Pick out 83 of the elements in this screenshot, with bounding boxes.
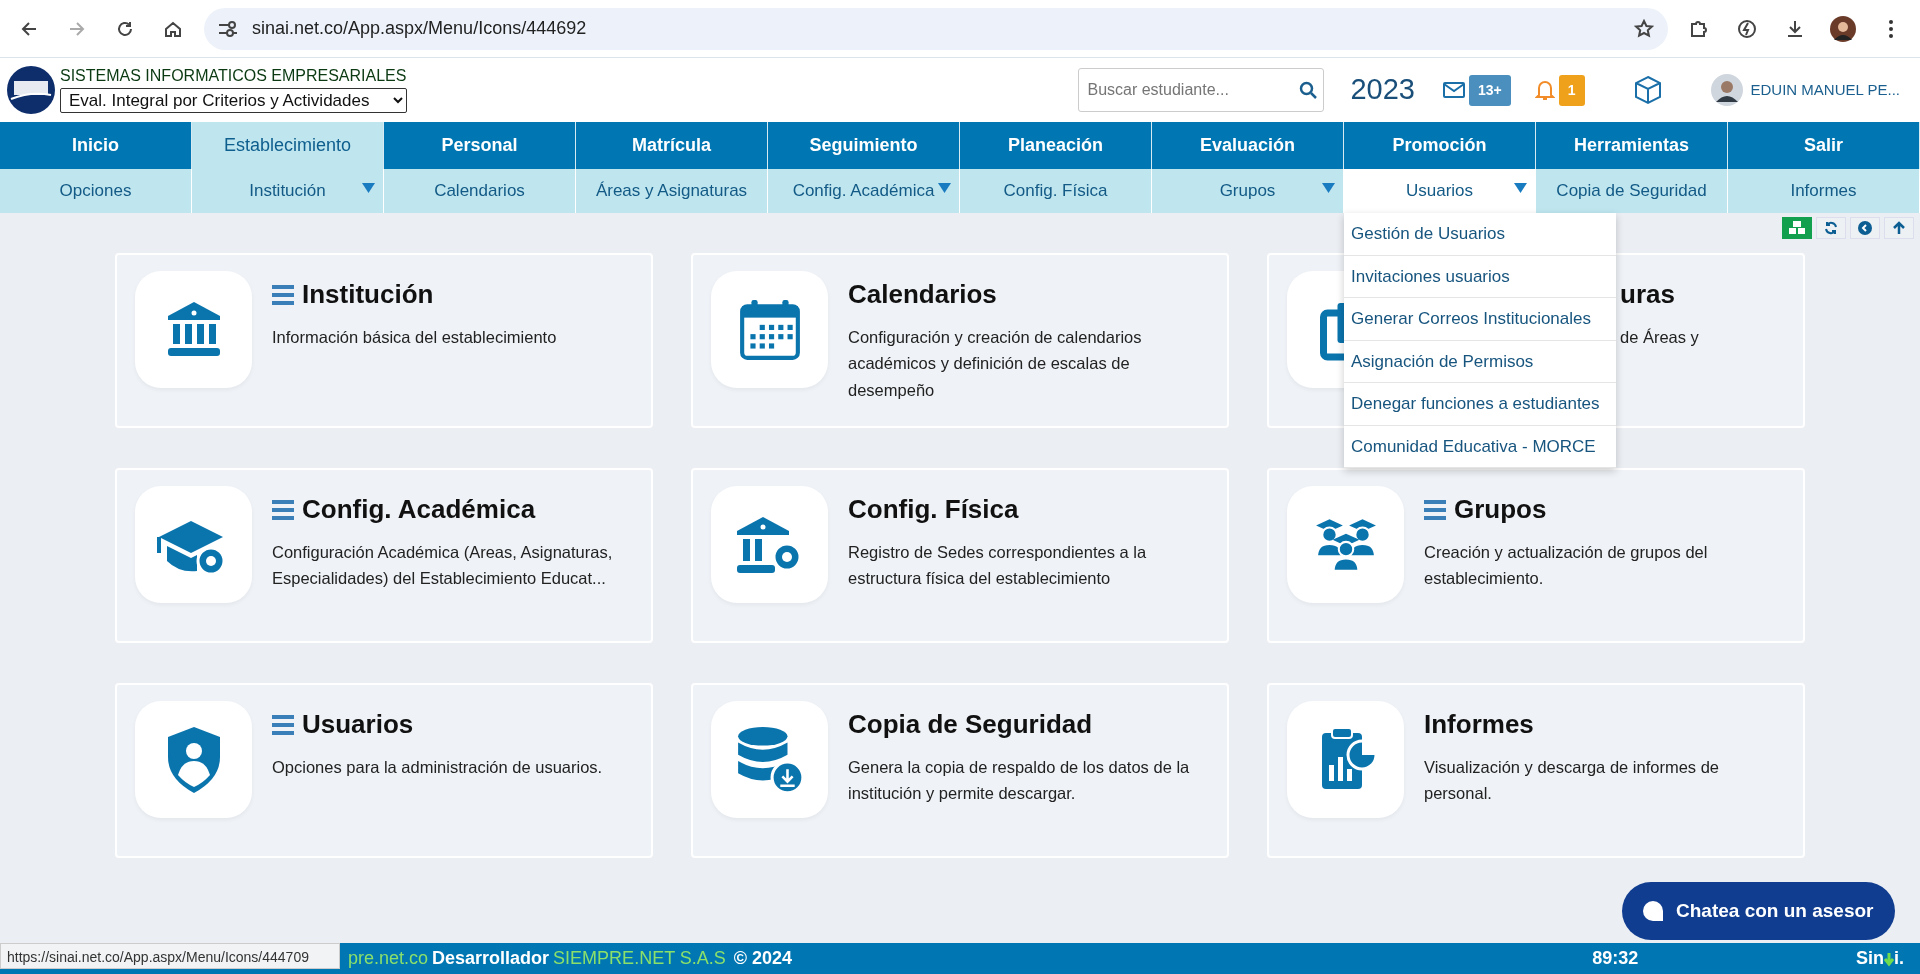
card-description: Información básica del establecimiento xyxy=(272,327,557,348)
menu-tab[interactable]: Inicio xyxy=(0,122,192,169)
session-timer: 89:32 xyxy=(1592,947,1639,970)
card-title: uras xyxy=(1620,278,1675,311)
logo-text: i. xyxy=(1894,947,1904,970)
home-icon[interactable] xyxy=(164,19,182,38)
notification-count-badge: 1 xyxy=(1558,74,1585,106)
module-card[interactable]: Config. Académica Configuración Académica (Areas, Asignaturas, Especialidades) del Establecimiento Educat... xyxy=(115,468,653,643)
submenu-item[interactable]: Config. Académica xyxy=(768,169,960,213)
module-card[interactable]: Calendarios Configuración y creación de calendarios académicos y definición de escalas de desempeño xyxy=(691,253,1229,428)
footer-link[interactable]: pre.net.co xyxy=(348,945,429,972)
menu-tab[interactable]: Seguimiento xyxy=(768,122,960,169)
submenu-item[interactable]: Grupos xyxy=(1152,169,1344,213)
card-title: Informes xyxy=(1424,708,1534,741)
submenu-item[interactable]: Áreas y Asignaturas xyxy=(576,169,768,213)
user-name[interactable]: EDUIN MANUEL PE... xyxy=(1750,78,1900,102)
submenu-item[interactable]: Copia de Seguridad xyxy=(1536,169,1728,213)
search-field[interactable]: Buscar estudiante... xyxy=(1078,68,1325,112)
card-title: Copia de Seguridad xyxy=(848,708,1093,741)
card-title: Institución xyxy=(302,278,434,311)
cubes-button[interactable] xyxy=(1782,217,1812,239)
card-description: Configuración y creación de calendarios académicos y definición de escalas de desempeño xyxy=(848,327,1143,401)
menu-tab[interactable]: Personal xyxy=(384,122,576,169)
logo-text: Sin xyxy=(1855,947,1884,970)
developer-label: Desarrollador xyxy=(432,947,550,970)
submenu-item[interactable]: Config. Física xyxy=(960,169,1152,213)
module-card[interactable]: Grupos Creación y actualización de grupos del establecimiento. xyxy=(1267,468,1805,643)
card-description: Registro de Sedes correspondientes a la estructura física del establecimiento xyxy=(848,542,1148,590)
url-text: sinai.net.co/App.aspx/Menu/Icons/444692 xyxy=(252,17,587,40)
chat-button[interactable]: Chatea con un asesor xyxy=(1622,882,1895,940)
menu-tab[interactable]: Evaluación xyxy=(1152,122,1344,169)
module-card[interactable]: Copia de Seguridad Genera la copia de respaldo de los datos de la institución y permite descargar. xyxy=(691,683,1229,858)
reload-icon[interactable] xyxy=(116,19,134,38)
card-title: Grupos xyxy=(1454,493,1547,526)
menu-tab[interactable]: Matrícula xyxy=(576,122,768,169)
star-icon[interactable] xyxy=(1634,18,1654,39)
mail-icon[interactable] xyxy=(1442,82,1465,98)
card-title: Calendarios xyxy=(848,278,997,311)
menu-tab[interactable]: Promoción xyxy=(1344,122,1536,169)
module-card[interactable]: Config. Física Registro de Sedes correspondientes a la estructura física del establecimiento xyxy=(691,468,1229,643)
card-description: Visualización y descarga de informes de personal. xyxy=(1424,757,1721,805)
mode-select[interactable]: Eval. Integral por Criterios y Actividades xyxy=(60,88,407,114)
submenu-item[interactable]: Calendarios xyxy=(384,169,576,213)
menu-tab[interactable]: Salir xyxy=(1728,122,1920,169)
back-circle-icon[interactable] xyxy=(1858,221,1872,235)
mail-count-badge: 13+ xyxy=(1468,74,1511,106)
refresh-icon[interactable] xyxy=(1824,221,1838,235)
card-description: Configuración Académica (Areas, Asignaturas, Especialidades) del Establecimiento Educat... xyxy=(272,542,614,590)
refresh-button[interactable] xyxy=(1816,217,1846,239)
submenu-item[interactable]: Institución xyxy=(192,169,384,213)
year-label: 2023 xyxy=(1350,72,1415,108)
status-url-tooltip: https://sinai.net.co/App.aspx/Menu/Icons/444709 xyxy=(0,943,340,969)
site-settings-icon[interactable] xyxy=(218,20,238,37)
menu-tab[interactable]: Establecimiento xyxy=(192,122,384,169)
module-card[interactable]: Institución Información básica del establecimiento xyxy=(115,253,653,428)
up-arrow-icon[interactable] xyxy=(1892,221,1906,235)
card-title: Config. Académica xyxy=(302,493,536,526)
module-card[interactable]: Usuarios Opciones para la administración de usuarios. xyxy=(115,683,653,858)
user-avatar[interactable] xyxy=(1710,74,1743,106)
search-icon[interactable] xyxy=(1299,81,1318,99)
logo-mark-icon xyxy=(1884,950,1894,967)
cube-icon[interactable] xyxy=(1632,75,1663,105)
address-bar[interactable]: sinai.net.co/App.aspx/Menu/Icons/444692 xyxy=(204,7,1668,50)
cubes-icon[interactable] xyxy=(1788,220,1806,236)
module-card[interactable]: Informes Visualización y descarga de informes de personal. xyxy=(1267,683,1805,858)
menu-tab[interactable]: Planeación xyxy=(960,122,1152,169)
card-description: Creación y actualización de grupos del establecimiento. xyxy=(1424,542,1709,590)
menu-tab[interactable]: Herramientas xyxy=(1536,122,1728,169)
developer-name[interactable]: SIEMPRE.NET S.A.S xyxy=(553,945,726,972)
company-name: SISTEMAS INFORMATICOS EMPRESARIALES xyxy=(60,66,407,85)
card-description: Genera la copia de respaldo de los datos de la institución y permite descargar. xyxy=(848,757,1191,805)
logo xyxy=(6,65,56,115)
card-description: Opciones para la administración de usuarios. xyxy=(272,757,603,778)
submenu-item[interactable]: Opciones xyxy=(0,169,192,213)
back-button[interactable] xyxy=(1850,217,1880,239)
card-title: Config. Física xyxy=(848,493,1019,526)
copyright-text: © 2024 xyxy=(733,947,793,970)
card-description: de Áreas y xyxy=(1620,327,1699,348)
submenu-item[interactable]: Informes xyxy=(1728,169,1920,213)
card-title: Usuarios xyxy=(302,708,414,741)
back-arrow-icon[interactable] xyxy=(20,19,38,38)
scroll-up-button[interactable] xyxy=(1884,217,1914,239)
chat-bubble-icon xyxy=(1642,900,1664,922)
